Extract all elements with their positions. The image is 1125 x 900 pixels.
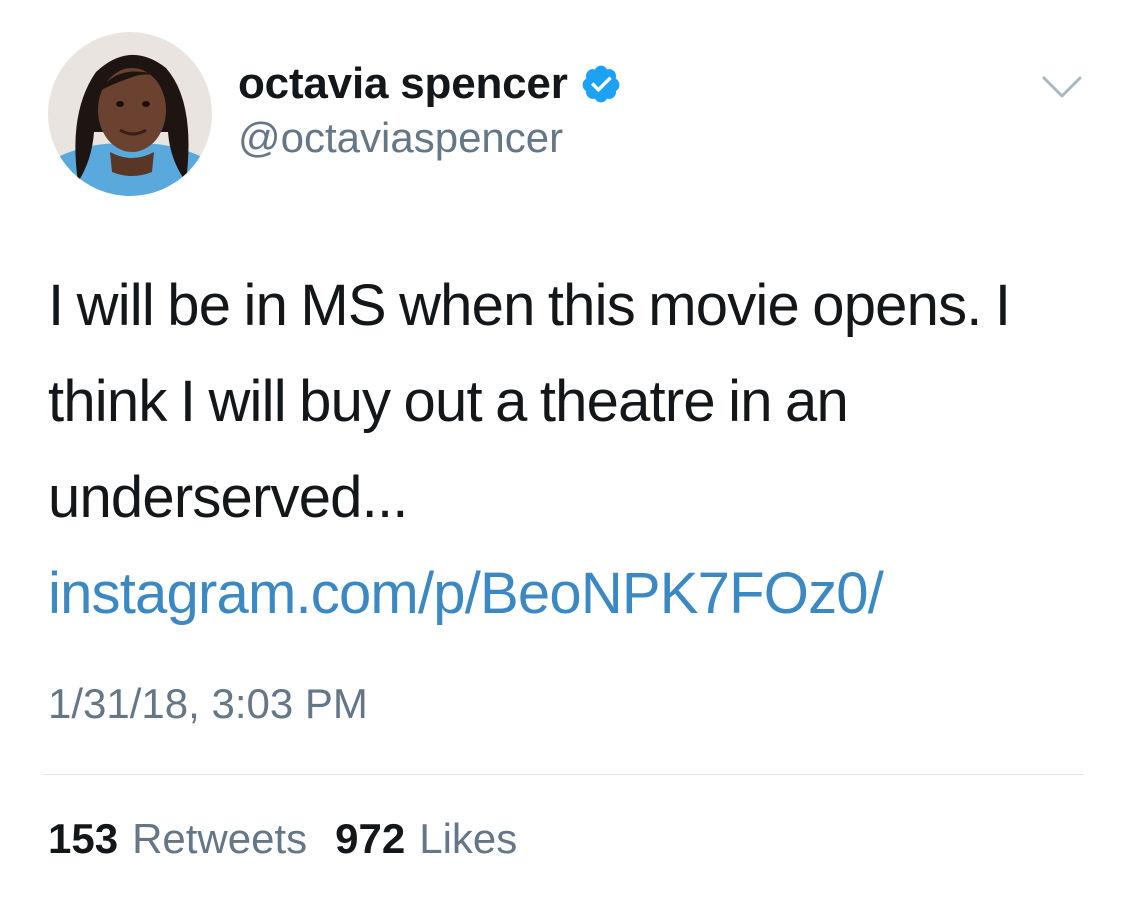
chevron-down-icon[interactable] [1040,68,1084,108]
likes-stat[interactable]: 972 Likes [335,815,517,863]
tweet-stats: 153 Retweets 972 Likes [48,815,545,863]
display-name[interactable]: octavia spencer [238,59,568,109]
tweet-text-content: I will be in MS when this movie opens. I… [48,273,1011,530]
likes-label: Likes [419,815,518,862]
tweet-timestamp[interactable]: 1/31/18, 3:03 PM [48,680,368,728]
tweet-card: octavia spencer @octaviaspencer I will b… [0,0,1125,900]
tweet-link[interactable]: instagram.com/p/BeoNPK7FOz0/ [48,561,884,626]
retweets-label: Retweets [132,815,308,862]
likes-count: 972 [335,815,406,862]
retweets-count: 153 [48,815,119,862]
divider [42,774,1084,775]
verified-badge-icon [580,63,622,105]
name-row: octavia spencer [238,58,622,110]
user-handle[interactable]: @octaviaspencer [238,114,563,162]
tweet-text: I will be in MS when this movie opens. I… [48,258,1088,642]
avatar[interactable] [48,32,212,196]
retweets-stat[interactable]: 153 Retweets [48,815,307,863]
